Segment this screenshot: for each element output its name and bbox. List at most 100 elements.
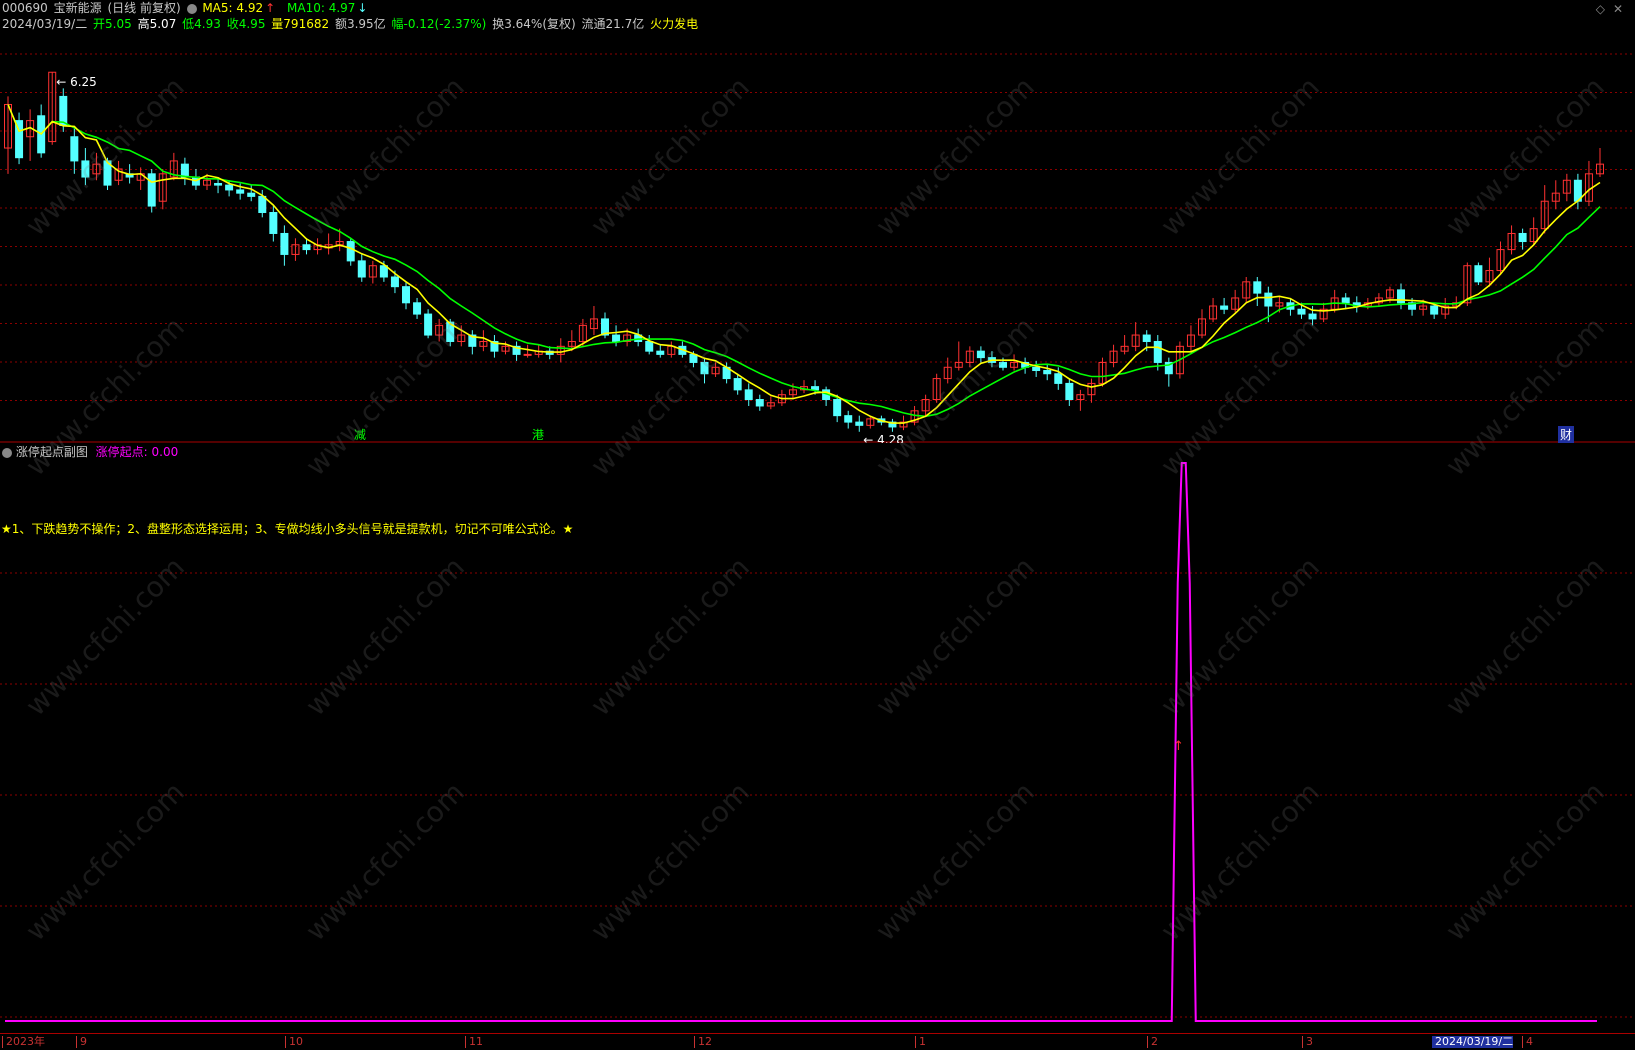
candle-body — [1264, 292, 1273, 307]
candle-body — [225, 184, 234, 191]
candle — [1242, 277, 1251, 303]
candle — [479, 330, 488, 352]
candle — [368, 260, 377, 284]
candle — [1319, 302, 1328, 323]
candle — [169, 152, 178, 181]
candle — [656, 344, 665, 358]
candle-body — [269, 212, 278, 234]
candle — [1253, 277, 1262, 307]
candle-body — [413, 302, 422, 315]
candle — [512, 341, 521, 361]
amount-label: 额3.95亿 — [334, 17, 386, 31]
open-label: 开5.05 — [93, 17, 132, 31]
candle — [1573, 173, 1582, 210]
ma5-label: MA5: 4.92 — [202, 1, 264, 15]
time-axis: 2023年 9 10 11 12 1 2 3 2024/03/19/二 4 — [0, 1033, 1635, 1050]
candle — [1186, 325, 1195, 352]
candle-body — [180, 163, 189, 178]
candle-body — [833, 399, 842, 417]
candle — [822, 386, 831, 406]
close-icon[interactable]: ✕ — [1613, 2, 1623, 16]
change-label: 幅-0.12(-2.37%) — [391, 17, 487, 31]
candle — [1584, 160, 1593, 207]
candle — [180, 157, 189, 186]
candle-body — [1341, 297, 1350, 304]
candle-body — [844, 415, 853, 423]
candle-body — [258, 195, 267, 214]
axis-cursor-date: 2024/03/19/二 — [1432, 1036, 1514, 1048]
candle — [48, 71, 57, 145]
candle — [844, 410, 853, 429]
candle — [1496, 241, 1505, 274]
axis-tick: 9 — [76, 1036, 87, 1048]
axis-tick: 12 — [694, 1036, 712, 1048]
candlestick-chart[interactable]: ← 6.25← 4.28 — [0, 30, 1635, 443]
candle-body — [346, 241, 355, 262]
axis-tick: 11 — [465, 1036, 483, 1048]
ma5-arrow-icon: ↑ — [265, 1, 276, 15]
axis-tick: 10 — [285, 1036, 303, 1048]
float-label: 流通21.7亿 — [581, 17, 645, 31]
candle — [1021, 357, 1030, 374]
candle-body — [70, 136, 79, 162]
candle — [1087, 378, 1096, 403]
candle — [556, 338, 565, 363]
candle — [26, 109, 35, 161]
indicator-line — [5, 462, 1597, 1022]
candle — [4, 96, 12, 174]
high-label: 高5.07 — [137, 17, 177, 31]
volume-label: 量791682 — [271, 17, 330, 31]
candle — [413, 297, 422, 319]
candle — [755, 394, 764, 411]
candle — [1209, 297, 1218, 323]
candle — [1076, 389, 1085, 411]
event-marker-finance[interactable]: 财 — [1558, 426, 1575, 443]
candle — [247, 185, 256, 202]
event-marker-hk[interactable]: 港 — [532, 426, 544, 443]
settings-icon[interactable] — [186, 3, 197, 14]
candle — [1043, 364, 1052, 381]
candle — [589, 306, 598, 336]
turnover-label: 换3.64%(复权) — [492, 17, 576, 31]
chart-mode: (日线 前复权) — [107, 1, 181, 15]
candle — [1352, 296, 1361, 313]
candle-body — [1397, 289, 1405, 304]
candle — [855, 415, 864, 432]
candle-body — [1430, 305, 1439, 315]
candle-body — [147, 173, 156, 207]
stock-code: 000690 — [2, 1, 48, 15]
ma5-line — [7, 104, 1601, 424]
candle — [1109, 344, 1118, 368]
candle — [888, 418, 897, 432]
candle-body — [302, 244, 311, 251]
axis-tick: 4 — [1522, 1036, 1533, 1048]
candle-body — [1474, 265, 1483, 283]
candle — [136, 167, 145, 190]
candle — [1397, 283, 1405, 310]
candle-body — [1153, 340, 1162, 363]
candle — [1441, 297, 1450, 319]
candle-body — [236, 189, 245, 194]
sector-label[interactable]: 火力发电 — [650, 17, 698, 31]
candle — [280, 225, 289, 266]
candle — [634, 328, 643, 347]
candle — [1374, 293, 1383, 307]
candle — [490, 335, 499, 358]
candle — [1540, 185, 1549, 234]
candle — [1551, 180, 1560, 210]
candle-body — [59, 95, 68, 126]
candle-body — [1032, 366, 1041, 372]
candle-body — [612, 334, 621, 342]
candle-body — [357, 260, 366, 278]
chart-header: 000690 宝新能源 (日线 前复权) MA5: 4.92 ↑ MA10: 4.… — [2, 1, 369, 16]
close-label: 收4.95 — [226, 17, 266, 31]
candle-body — [1065, 382, 1074, 401]
diamond-icon[interactable]: ◇ — [1596, 2, 1605, 16]
date-label: 2024/03/19/二 — [2, 17, 88, 31]
candle — [1562, 173, 1571, 202]
candle-body — [755, 399, 764, 407]
candle — [1341, 293, 1350, 310]
candle — [402, 281, 410, 310]
axis-tick: 3 — [1302, 1036, 1313, 1048]
candle — [1596, 148, 1604, 178]
